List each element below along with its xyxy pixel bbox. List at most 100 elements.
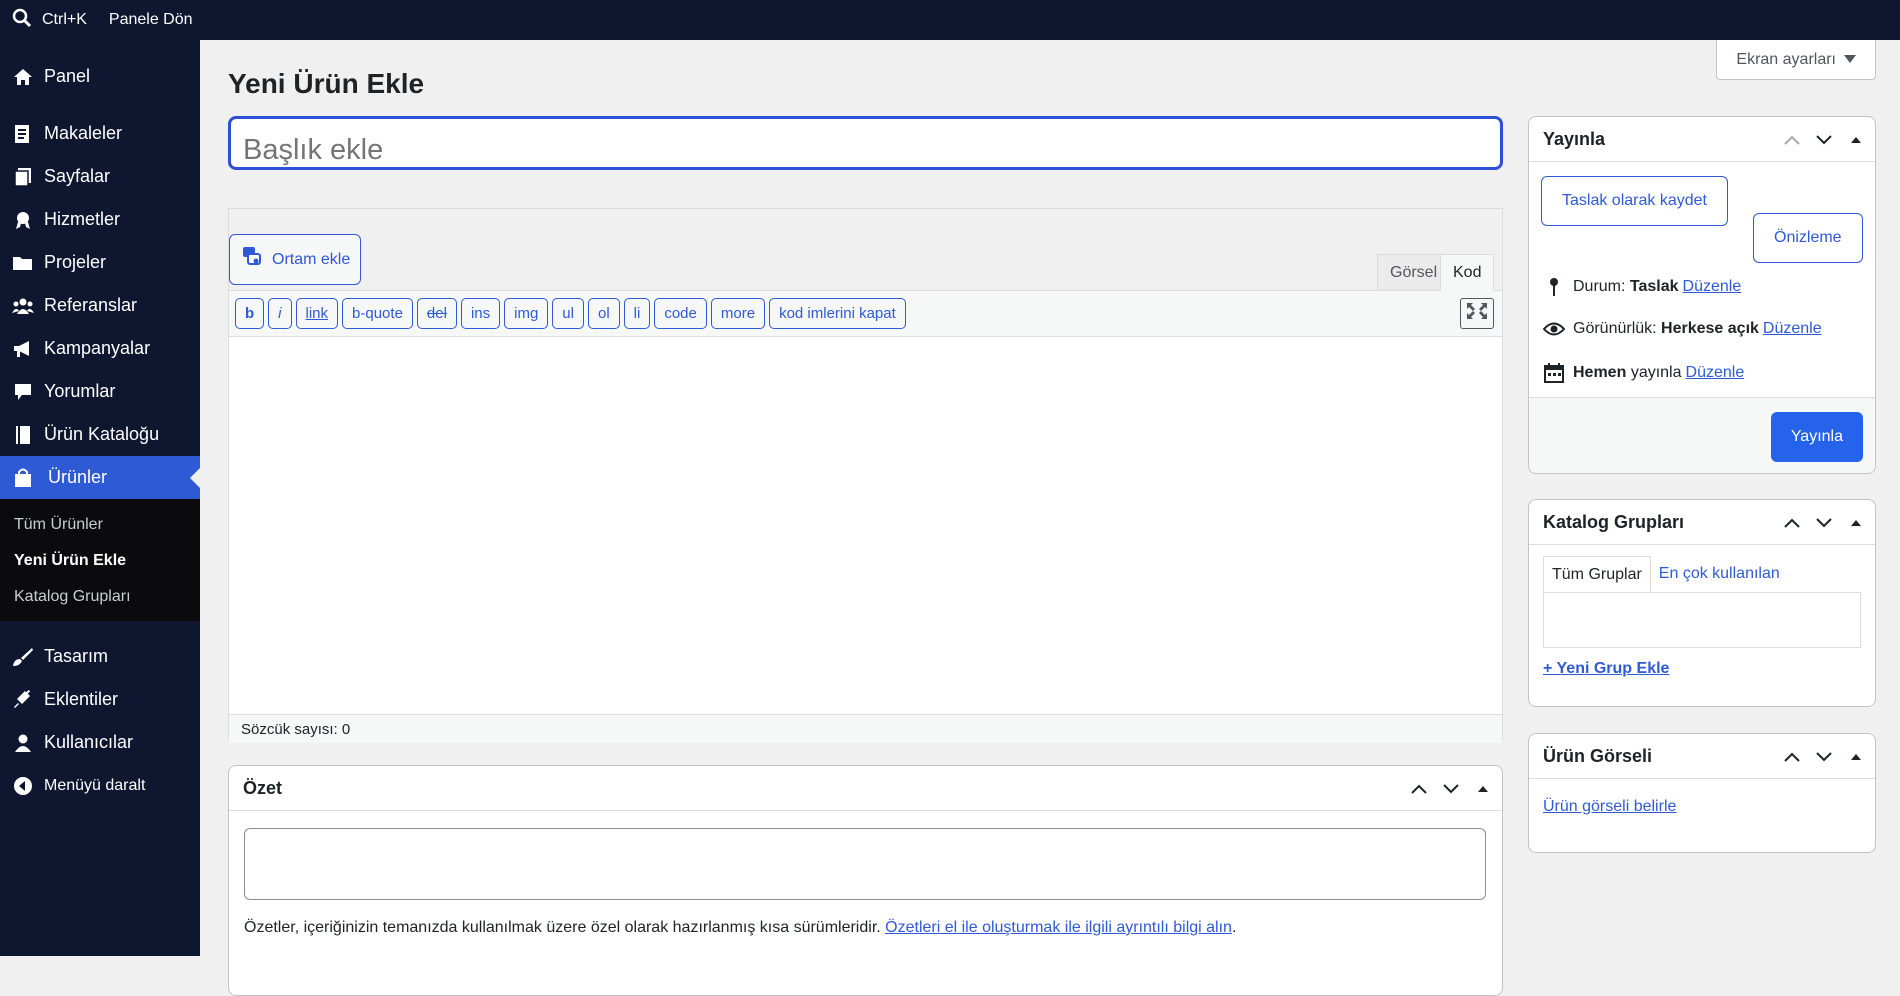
product-image-box: Ürün Görseli Ürün görseli belirle <box>1528 733 1876 853</box>
move-down-icon[interactable] <box>1440 783 1462 794</box>
edit-visibility-link[interactable]: Düzenle <box>1763 320 1822 338</box>
sidebar-item-yorumlar[interactable]: Yorumlar <box>0 370 200 413</box>
publish-button[interactable]: Yayınla <box>1770 412 1863 462</box>
move-down-icon[interactable] <box>1813 134 1835 145</box>
excerpt-description: Özetler, içeriğinizin temanızda kullanıl… <box>244 919 1236 937</box>
sidebar-item-label: Menüyü daralt <box>44 776 146 794</box>
product-image-title: Ürün Görseli <box>1543 745 1653 766</box>
submenu-add-new-product[interactable]: Yeni Ürün Ekle <box>0 543 200 579</box>
content-textarea[interactable] <box>229 337 1502 714</box>
sidebar-item-sayfalar[interactable]: Sayfalar <box>0 155 200 198</box>
post-editor: Ortam ekle Görsel Kod b i link b-quote d… <box>228 208 1503 743</box>
edit-schedule-link[interactable]: Düzenle <box>1686 364 1745 382</box>
add-media-button[interactable]: Ortam ekle <box>229 234 362 285</box>
quicktag-blockquote-button[interactable]: b-quote <box>342 298 413 329</box>
collapse-icon <box>12 775 34 797</box>
quicktag-img-button[interactable]: img <box>504 298 549 329</box>
tab-code[interactable]: Kod <box>1440 254 1495 291</box>
catalog-groups-header: Katalog Grupları <box>1529 500 1875 545</box>
command-search[interactable]: Ctrl+K <box>12 8 87 33</box>
folder-icon <box>12 252 34 274</box>
sidebar-item-label: Hizmetler <box>44 209 121 229</box>
quicktag-bold-button[interactable]: b <box>235 298 265 329</box>
fullscreen-button[interactable] <box>1460 298 1494 329</box>
pages-icon <box>12 166 34 188</box>
products-submenu: Tüm Ürünler Yeni Ürün Ekle Katalog Grupl… <box>0 499 200 621</box>
sidebar-item-projeler[interactable]: Projeler <box>0 241 200 284</box>
sidebar-item-referanslar[interactable]: Referanslar <box>0 284 200 327</box>
quicktag-li-button[interactable]: li <box>623 298 651 329</box>
submenu-catalog-groups[interactable]: Katalog Grupları <box>0 579 200 615</box>
sidebar-item-eklentiler[interactable]: Eklentiler <box>0 678 200 721</box>
add-new-group-link[interactable]: + Yeni Grup Ekle <box>1543 660 1669 678</box>
sidebar-item-label: Tasarım <box>44 646 109 666</box>
toggle-panel-icon[interactable] <box>1472 785 1494 793</box>
excerpt-box: Özet Özetler, içeriğinizin temanızda kul… <box>228 765 1503 996</box>
sidebar-item-kullanicilar[interactable]: Kullanıcılar <box>0 721 200 764</box>
edit-status-link[interactable]: Düzenle <box>1683 278 1742 296</box>
comment-icon <box>12 381 34 403</box>
excerpt-help-link[interactable]: Özetleri el ile oluşturmak ile ilgili ay… <box>885 919 1232 936</box>
sidebar-item-label: Sayfalar <box>44 166 111 186</box>
sidebar-item-panel[interactable]: Panel <box>0 55 200 98</box>
excerpt-textarea[interactable] <box>244 828 1486 900</box>
post-title-input[interactable] <box>228 116 1503 170</box>
move-down-icon[interactable] <box>1813 517 1835 528</box>
move-down-icon[interactable] <box>1813 751 1835 762</box>
pin-icon <box>1543 277 1565 297</box>
media-icon <box>242 246 264 273</box>
quicktag-italic-button[interactable]: i <box>268 298 292 329</box>
toggle-panel-icon[interactable] <box>1845 136 1867 144</box>
publish-title: Yayınla <box>1543 128 1606 149</box>
quicktag-ol-button[interactable]: ol <box>587 298 620 329</box>
sidebar-item-label: Kampanyalar <box>44 338 151 358</box>
schedule-row: Hemen yayınla Düzenle <box>1543 363 1744 383</box>
move-up-icon[interactable] <box>1781 518 1803 528</box>
sidebar-item-kampanyalar[interactable]: Kampanyalar <box>0 327 200 370</box>
move-up-icon[interactable] <box>1408 784 1430 794</box>
word-count: Sözcük sayısı: 0 <box>229 714 1502 743</box>
calendar-icon <box>1543 363 1565 383</box>
eye-icon <box>1543 322 1565 336</box>
excerpt-description-text: Özetler, içeriğinizin temanızda kullanıl… <box>244 919 881 936</box>
quicktag-ins-button[interactable]: ins <box>460 298 501 329</box>
admin-sidebar: Panel Makaleler Sayfalar Hizmetler Proje… <box>0 40 200 956</box>
toggle-panel-icon[interactable] <box>1845 753 1867 761</box>
sidebar-item-label: Ürün Kataloğu <box>44 424 160 444</box>
move-up-icon[interactable] <box>1781 752 1803 762</box>
toggle-panel-icon[interactable] <box>1845 519 1867 527</box>
sidebar-item-makaleler[interactable]: Makaleler <box>0 112 200 155</box>
sidebar-item-tasarim[interactable]: Tasarım <box>0 635 200 678</box>
sidebar-item-urun-katalogu[interactable]: Ürün Kataloğu <box>0 413 200 456</box>
sidebar-item-urunler[interactable]: Ürünler <box>0 456 200 499</box>
screen-options-button[interactable]: Ekran ayarları <box>1716 40 1876 80</box>
submenu-all-products[interactable]: Tüm Ürünler <box>0 507 200 543</box>
add-media-label: Ortam ekle <box>272 250 351 268</box>
set-product-image-link[interactable]: Ürün görseli belirle <box>1543 798 1676 816</box>
catalog-groups-title: Katalog Grupları <box>1543 511 1685 532</box>
schedule-bold: Hemen <box>1573 364 1627 381</box>
award-icon <box>12 209 34 231</box>
preview-button[interactable]: Önizleme <box>1753 213 1863 263</box>
top-bar: Ctrl+K Panele Dön <box>0 0 1900 40</box>
quicktag-link-button[interactable]: link <box>295 298 339 329</box>
sidebar-item-label: Yorumlar <box>44 381 116 401</box>
brush-icon <box>12 646 34 668</box>
quicktag-code-button[interactable]: code <box>654 298 707 329</box>
collapse-menu-button[interactable]: Menüyü daralt <box>0 764 200 807</box>
save-draft-button[interactable]: Taslak olarak kaydet <box>1541 176 1728 226</box>
visibility-label-text: Görünürlük: <box>1573 320 1657 337</box>
quicktag-ul-button[interactable]: ul <box>552 298 584 329</box>
visibility-row: Görünürlük: Herkese açık Düzenle <box>1543 320 1822 338</box>
sidebar-item-label: Makaleler <box>44 123 123 143</box>
tab-all-groups[interactable]: Tüm Gruplar <box>1543 556 1651 593</box>
tab-most-used[interactable]: En çok kullanılan <box>1651 556 1788 593</box>
back-to-dashboard-link[interactable]: Panele Dön <box>109 11 193 29</box>
quicktag-more-button[interactable]: more <box>710 298 766 329</box>
quicktag-del-button[interactable]: del <box>416 298 457 329</box>
sidebar-item-hizmetler[interactable]: Hizmetler <box>0 198 200 241</box>
quicktag-close-tags-button[interactable]: kod imlerini kapat <box>769 298 906 329</box>
editor-toolbar-top: Ortam ekle Görsel Kod <box>229 209 1502 291</box>
post-icon <box>12 123 34 145</box>
move-up-icon[interactable] <box>1781 135 1803 145</box>
